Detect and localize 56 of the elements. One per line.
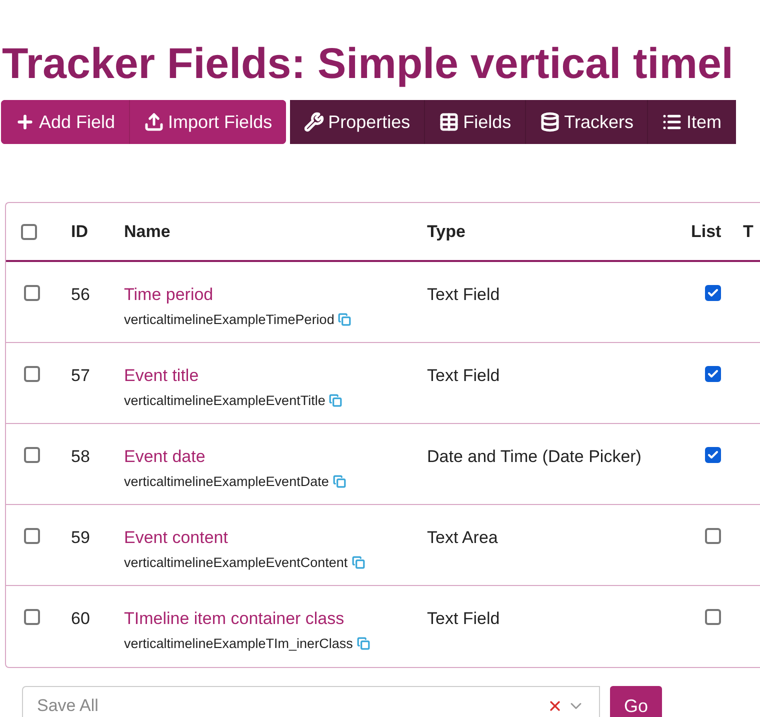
table-cell-text: Text Field [427, 608, 501, 630]
table-cell-text: Text Area [427, 527, 499, 549]
database-icon [540, 112, 560, 132]
permanent-name: verticaltimelineExampleEventContent [124, 554, 348, 572]
column-header: Type [427, 220, 466, 243]
permanent-name: verticaltimelineExampleTimePeriod [124, 310, 334, 329]
row-checkbox[interactable] [24, 285, 40, 301]
copy-icon[interactable] [352, 556, 365, 570]
bulk-action-select[interactable]: Save All [22, 686, 600, 717]
check-icon [707, 368, 719, 380]
select-all-checkbox[interactable] [21, 224, 37, 240]
field-name-link[interactable]: Event title [124, 363, 199, 388]
upload-icon [144, 112, 164, 132]
column-header: T [743, 220, 754, 243]
row-checkbox[interactable] [24, 609, 40, 625]
copy-icon[interactable] [332, 475, 346, 488]
toolbar-button[interactable]: Import Fields [129, 100, 286, 144]
field-name-link[interactable]: Time period [124, 282, 214, 308]
column-header: Name [124, 220, 172, 243]
permanent-name: verticaltimelineExampleTIm_inerClass [124, 634, 353, 653]
column-header: List [691, 220, 722, 243]
row-checkbox[interactable] [24, 366, 40, 382]
copy-icon[interactable] [356, 637, 370, 650]
permanent-name: verticaltimelineExampleEventTitle [124, 392, 326, 410]
table-cell-text: Text Field [427, 365, 501, 387]
list-checkbox[interactable] [705, 528, 721, 544]
field-name-link[interactable]: Event date [124, 444, 206, 470]
row-checkbox[interactable] [24, 447, 40, 463]
permanent-name: verticaltimelineExampleEventDate [124, 472, 329, 491]
clear-icon[interactable] [547, 698, 563, 714]
table-cell-text: Text Field [427, 284, 501, 306]
list-checkbox[interactable] [705, 366, 721, 382]
plus-icon [15, 112, 35, 132]
list-checkbox[interactable] [705, 609, 721, 625]
check-icon [707, 287, 719, 299]
list-checkbox[interactable] [705, 447, 721, 463]
copy-icon[interactable] [329, 394, 342, 408]
field-name-link[interactable]: Event content [124, 525, 228, 550]
table-cell-text: Date and Time (Date Picker) [427, 446, 642, 468]
go-button[interactable]: Go [610, 686, 662, 717]
check-icon [707, 449, 719, 461]
table-icon [439, 112, 460, 132]
column-header: ID [71, 220, 89, 243]
list-icon [662, 112, 682, 132]
row-checkbox[interactable] [24, 528, 40, 544]
list-checkbox[interactable] [705, 285, 721, 301]
table-cell-text: 57 [71, 365, 91, 387]
field-name-link[interactable]: TImeline item container class [124, 606, 344, 632]
wrench-icon [304, 112, 324, 132]
copy-icon[interactable] [338, 313, 352, 326]
table-cell-text: 60 [71, 608, 91, 630]
page-title: Tracker Fields: Simple vertical timel [2, 40, 734, 88]
table-cell-text: 58 [71, 446, 91, 468]
table-cell-text: 59 [71, 527, 91, 549]
bulk-action-input[interactable]: Save All [37, 693, 547, 717]
table-cell-text: 56 [71, 284, 91, 306]
